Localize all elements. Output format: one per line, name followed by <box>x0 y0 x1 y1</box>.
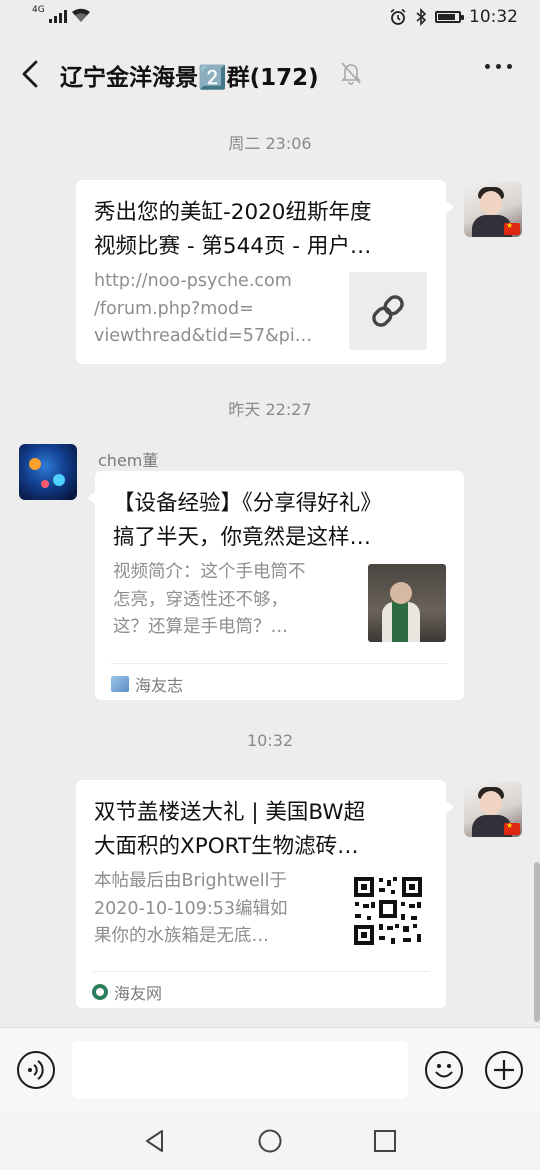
card-title: 【设备经验】《分享得好礼》 搞了半天，你竟然是这样… <box>113 491 382 550</box>
card-source: 海友志 <box>111 672 183 696</box>
voice-button[interactable] <box>17 1051 55 1089</box>
bluetooth-icon <box>416 8 427 26</box>
more-icon <box>485 64 490 69</box>
network-label: 4G <box>32 5 45 15</box>
link-card-message[interactable]: 秀出您的美缸-2020纽斯年度 视频比赛 - 第544页 - 用户… http:… <box>76 180 454 364</box>
qr-code-thumbnail <box>349 872 427 950</box>
card-title: 秀出您的美缸-2020纽斯年度 视频比赛 - 第544页 - 用户… <box>94 200 372 259</box>
chat-header: 辽宁金洋海景2️⃣群(172) <box>0 38 540 110</box>
card-description: 视频简介：这个手电筒不 怎亮，穿透性还不够， 这？还算是手电筒？… <box>113 562 306 637</box>
article-card-message[interactable]: 【设备经验】《分享得好礼》 搞了半天，你竟然是这样… 视频简介：这个手电筒不 怎… <box>87 471 464 700</box>
back-button[interactable] <box>14 56 48 92</box>
emoji-icon <box>435 1064 453 1078</box>
source-name: 海友志 <box>135 676 184 695</box>
status-left: 4G <box>32 5 91 23</box>
battery-fill <box>438 14 455 20</box>
status-bar: 4G 10:32 <box>0 0 540 38</box>
source-name: 海友网 <box>114 984 163 1003</box>
card-divider <box>92 971 430 972</box>
system-nav-bar <box>0 1112 540 1170</box>
video-thumbnail <box>368 564 446 642</box>
card-title: 双节盖楼送大礼 | 美国BW超 大面积的XPORT生物滤砖… <box>94 800 366 859</box>
message-input[interactable] <box>72 1041 408 1099</box>
source-logo-icon <box>92 984 108 1000</box>
time-separator: 周二 23:06 <box>228 134 312 153</box>
status-right: 10:32 <box>389 7 518 27</box>
wifi-icon <box>71 8 90 22</box>
chevron-left-icon <box>22 60 38 88</box>
avatar-self[interactable] <box>464 181 522 237</box>
plus-icon <box>494 1060 514 1080</box>
chat-title: 辽宁金洋海景2️⃣群(172) <box>60 65 319 91</box>
card-source: 海友网 <box>92 980 162 1004</box>
triangle-back-icon[interactable] <box>142 1128 168 1154</box>
bell-off-icon <box>341 62 361 85</box>
time-separator: 10:32 <box>246 731 294 750</box>
more-button[interactable] <box>485 64 512 69</box>
avatar-chem[interactable] <box>19 444 77 500</box>
article-card-message[interactable]: 双节盖楼送大礼 | 美国BW超 大面积的XPORT生物滤砖… 本帖最后由Brig… <box>76 780 454 1008</box>
link-icon <box>372 295 404 327</box>
clock: 10:32 <box>469 7 518 27</box>
card-divider <box>111 663 448 664</box>
qr-code-icon <box>354 877 422 945</box>
link-thumbnail <box>349 272 427 350</box>
voice-icon <box>28 1060 44 1080</box>
battery-icon <box>435 11 464 23</box>
square-recent-icon[interactable] <box>372 1128 398 1154</box>
avatar-self[interactable] <box>464 781 522 837</box>
circle-home-icon[interactable] <box>257 1128 283 1154</box>
emoji-button[interactable] <box>425 1051 463 1089</box>
time-separator: 昨天 22:27 <box>228 400 312 419</box>
scrollbar[interactable] <box>534 862 540 1022</box>
input-bar <box>0 1027 540 1113</box>
source-logo-icon <box>111 676 129 692</box>
card-description: http://noo-psyche.com /forum.php?mod= vi… <box>94 271 313 346</box>
alarm-icon <box>390 8 406 25</box>
sender-name: chem董 <box>98 451 159 470</box>
signal-icon <box>48 9 67 23</box>
add-button[interactable] <box>485 1051 523 1089</box>
card-description: 本帖最后由Brightwell于 2020-10-109:53编辑如 果你的水族… <box>94 871 288 946</box>
